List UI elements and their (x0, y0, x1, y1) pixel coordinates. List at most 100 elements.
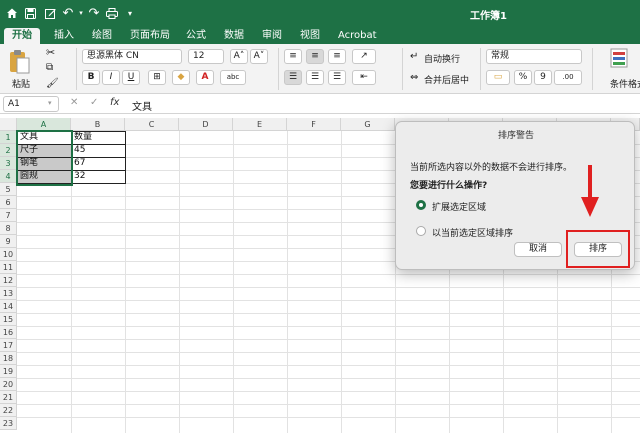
row-header[interactable]: 23 (0, 417, 17, 430)
borders-icon[interactable]: ⊞ (148, 70, 166, 85)
align-right-icon[interactable]: ☰ (328, 70, 346, 85)
row-header[interactable]: 18 (0, 352, 17, 365)
grid-line (17, 391, 640, 392)
tab-acrobat[interactable]: Acrobat (330, 28, 385, 44)
column-header-b[interactable]: B (71, 118, 125, 131)
indent-icon[interactable]: ⇤ (352, 70, 376, 85)
formula-content[interactable]: 文具 (132, 98, 152, 113)
row-header[interactable]: 17 (0, 339, 17, 352)
row-header[interactable]: 5 (0, 183, 17, 196)
cancel-button[interactable]: 取消 (514, 242, 562, 257)
tab-draw[interactable]: 绘图 (84, 28, 120, 44)
column-header-f[interactable]: F (287, 118, 341, 131)
align-bottom-icon[interactable]: ≡ (328, 49, 346, 64)
align-left-icon[interactable]: ☰ (284, 70, 302, 85)
wrap-text-button[interactable]: 自动换行 (424, 52, 460, 65)
save-icon[interactable] (22, 5, 38, 21)
grid-line (17, 339, 640, 340)
font-name-select[interactable]: 思源黑体 CN (82, 49, 182, 64)
tab-formulas[interactable]: 公式 (178, 28, 214, 44)
customize-dropdown-icon[interactable]: ▾ (122, 5, 138, 21)
tab-insert[interactable]: 插入 (46, 28, 82, 44)
row-header[interactable]: 15 (0, 313, 17, 326)
row-header[interactable]: 21 (0, 391, 17, 404)
row-header[interactable]: 16 (0, 326, 17, 339)
cut-icon[interactable]: ✂ (46, 46, 55, 59)
current-selection-label[interactable]: 以当前选定区域排序 (432, 226, 513, 239)
percent-icon[interactable]: % (514, 70, 532, 85)
insert-function-icon[interactable]: fx (110, 97, 119, 108)
tab-view[interactable]: 视图 (292, 28, 328, 44)
edit-icon[interactable] (42, 5, 58, 21)
merge-center-button[interactable]: 合并后居中 (424, 73, 469, 86)
row-header[interactable]: 19 (0, 365, 17, 378)
row-header[interactable]: 2 (0, 144, 17, 157)
confirm-entry-icon[interactable]: ✓ (90, 97, 98, 108)
row-header[interactable]: 1 (0, 131, 17, 144)
row-header[interactable]: 8 (0, 222, 17, 235)
column-header-d[interactable]: D (179, 118, 233, 131)
print-icon[interactable] (104, 5, 120, 21)
align-middle-icon[interactable]: ≡ (306, 49, 324, 64)
row-header[interactable]: 14 (0, 300, 17, 313)
row-header[interactable]: 11 (0, 261, 17, 274)
redo-icon[interactable]: ↷ (86, 5, 102, 21)
dialog-title: 排序警告 (497, 131, 534, 141)
decrease-font-icon[interactable]: A˅ (250, 49, 268, 64)
tab-page-layout[interactable]: 页面布局 (122, 28, 178, 44)
paste-label: 粘贴 (12, 80, 31, 90)
grid-line (17, 378, 640, 379)
row-header[interactable]: 9 (0, 235, 17, 248)
underline-button[interactable]: U (122, 70, 140, 85)
select-all-corner[interactable] (0, 118, 17, 131)
merge-center-icon[interactable]: ⇔ (410, 72, 418, 83)
number-format-select[interactable]: 常规 (486, 49, 582, 64)
italic-button[interactable]: I (102, 70, 120, 85)
bold-button[interactable]: B (82, 70, 100, 85)
font-color-icon[interactable]: A (196, 70, 214, 85)
tab-home[interactable]: 开始 (4, 28, 40, 44)
grid-line (17, 352, 640, 353)
wrap-text-icon[interactable]: ↵ (410, 51, 418, 62)
grid-line (17, 287, 640, 288)
font-size-select[interactable]: 12 (188, 49, 224, 64)
column-header-c[interactable]: C (125, 118, 179, 131)
grid-line (17, 404, 640, 405)
row-header[interactable]: 12 (0, 274, 17, 287)
fill-color-icon[interactable]: ◆ (172, 70, 190, 85)
paste-icon[interactable] (8, 48, 30, 77)
row-header[interactable]: 3 (0, 157, 17, 170)
row-header[interactable]: 6 (0, 196, 17, 209)
increase-font-icon[interactable]: A˄ (230, 49, 248, 64)
phonetic-icon[interactable]: abc (220, 70, 246, 85)
row-header[interactable]: 13 (0, 287, 17, 300)
cancel-entry-icon[interactable]: ✕ (70, 97, 78, 108)
decimal-icon[interactable]: .00 (554, 70, 582, 85)
row-header[interactable]: 22 (0, 404, 17, 417)
row-header[interactable]: 7 (0, 209, 17, 222)
tab-review[interactable]: 审阅 (254, 28, 290, 44)
comma-style-icon[interactable]: 9 (534, 70, 552, 85)
row-header[interactable]: 20 (0, 378, 17, 391)
row-header[interactable]: 10 (0, 248, 17, 261)
row-header[interactable]: 4 (0, 170, 17, 183)
ribbon-divider (76, 48, 77, 90)
current-selection-radio[interactable] (416, 226, 426, 236)
dialog-message: 当前所选内容以外的数据不会进行排序。 (410, 163, 573, 173)
copy-icon[interactable]: ⧉ (46, 62, 53, 73)
column-header-g[interactable]: G (341, 118, 395, 131)
tab-data[interactable]: 数据 (216, 28, 252, 44)
formula-bar: A1 ▾ ✕ ✓ fx 文具 (0, 94, 640, 114)
align-center-icon[interactable]: ☰ (306, 70, 324, 85)
conditional-format-icon[interactable] (610, 48, 628, 71)
home-icon[interactable] (4, 5, 20, 21)
name-box-dropdown-icon[interactable]: ▾ (48, 99, 52, 107)
orientation-icon[interactable]: ↗ (352, 49, 376, 64)
expand-selection-radio[interactable] (416, 200, 426, 210)
align-top-icon[interactable]: ≡ (284, 49, 302, 64)
column-header-e[interactable]: E (233, 118, 287, 131)
currency-icon[interactable]: ▭ (486, 70, 510, 85)
expand-selection-label[interactable]: 扩展选定区域 (432, 200, 486, 213)
format-painter-icon[interactable]: 🖌 (46, 78, 59, 89)
grid-line (17, 313, 640, 314)
